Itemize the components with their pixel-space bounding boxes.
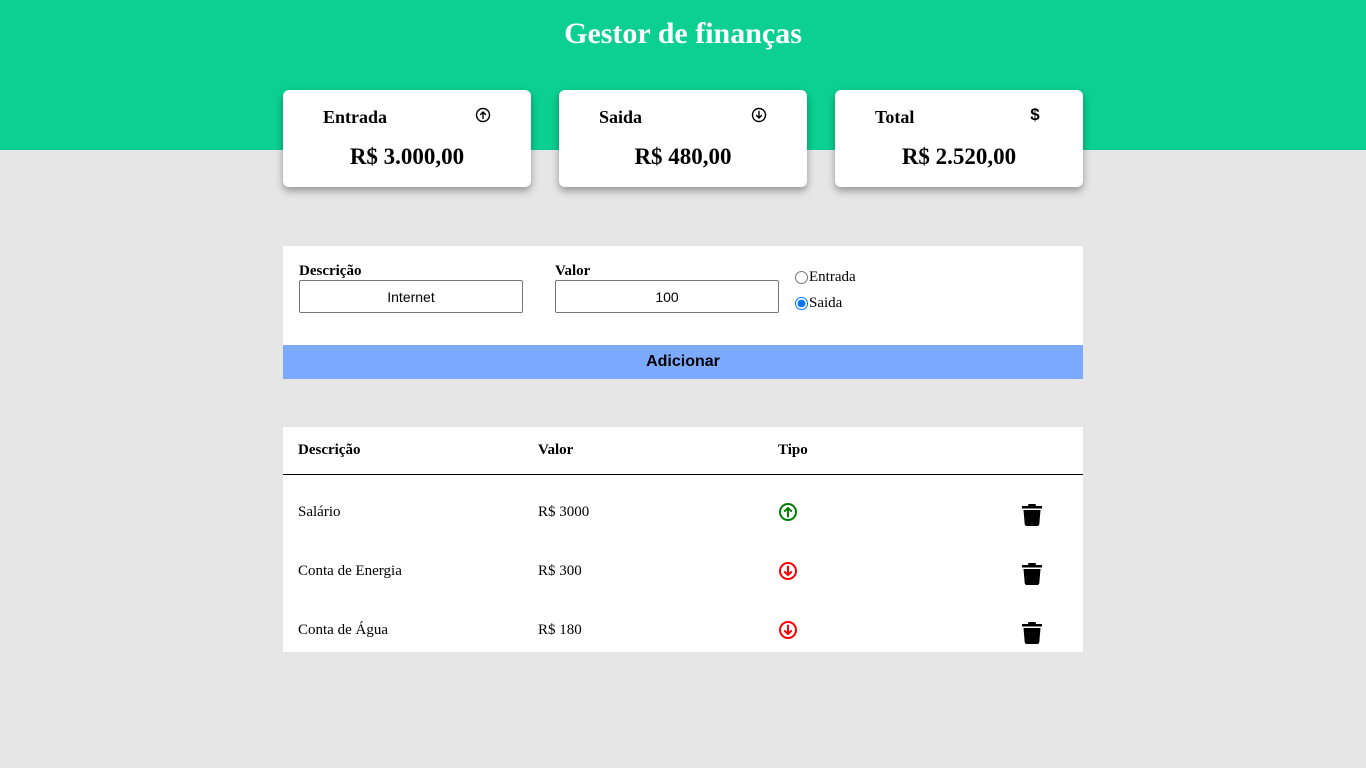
trash-icon[interactable] (1021, 502, 1043, 526)
dollar-icon: $ (1030, 105, 1040, 124)
radio-saida-option[interactable]: Saida (795, 295, 842, 312)
transaction-form: Descrição Valor Entrada Saida (283, 246, 1083, 345)
radio-entrada-option[interactable]: Entrada (795, 269, 856, 286)
arrow-down-circle-icon (751, 107, 767, 123)
card-saida-title: Saida (599, 107, 643, 127)
card-saida: Saida R$ 480,00 (559, 90, 807, 187)
table-row: Conta de Água R$ 180 (283, 602, 1083, 661)
arrow-up-circle-icon (475, 107, 491, 123)
header-tipo: Tipo (778, 442, 808, 458)
table-header: Descrição Valor Tipo (283, 427, 1083, 475)
trash-icon[interactable] (1021, 620, 1043, 644)
card-total-value: R$ 2.520,00 (901, 144, 1017, 169)
radio-entrada[interactable] (795, 271, 808, 284)
radio-entrada-label: Entrada (809, 269, 856, 285)
card-total-title: Total (875, 107, 915, 127)
row-description: Conta de Água (298, 622, 388, 638)
table-row: Salário R$ 3000 (283, 484, 1083, 543)
row-value: R$ 3000 (538, 504, 590, 520)
transactions-table: Descrição Valor Tipo Salário R$ 3000 Con… (283, 427, 1083, 652)
header-valor: Valor (538, 442, 574, 458)
radio-saida-label: Saida (809, 295, 843, 311)
add-button[interactable]: Adicionar (283, 345, 1083, 379)
description-input[interactable] (299, 280, 523, 313)
value-label: Valor (555, 263, 591, 279)
card-entrada-title: Entrada (323, 107, 388, 127)
description-label: Descrição (299, 263, 362, 279)
arrow-down-circle-icon (778, 561, 798, 581)
card-entrada: Entrada R$ 3.000,00 (283, 90, 531, 187)
header-descricao: Descrição (298, 442, 361, 458)
trash-icon[interactable] (1021, 561, 1043, 585)
row-value: R$ 300 (538, 563, 582, 579)
row-description: Salário (298, 504, 341, 520)
arrow-down-circle-icon (778, 620, 798, 640)
card-total: Total $ R$ 2.520,00 (835, 90, 1083, 187)
card-saida-value: R$ 480,00 (634, 144, 732, 169)
card-entrada-value: R$ 3.000,00 (349, 144, 465, 169)
table-row: Conta de Energia R$ 300 (283, 543, 1083, 602)
row-value: R$ 180 (538, 622, 582, 638)
value-input[interactable] (555, 280, 779, 313)
arrow-up-circle-icon (778, 502, 798, 522)
row-description: Conta de Energia (298, 563, 402, 579)
page-title: Gestor de finanças (564, 17, 802, 50)
radio-saida[interactable] (795, 297, 808, 310)
